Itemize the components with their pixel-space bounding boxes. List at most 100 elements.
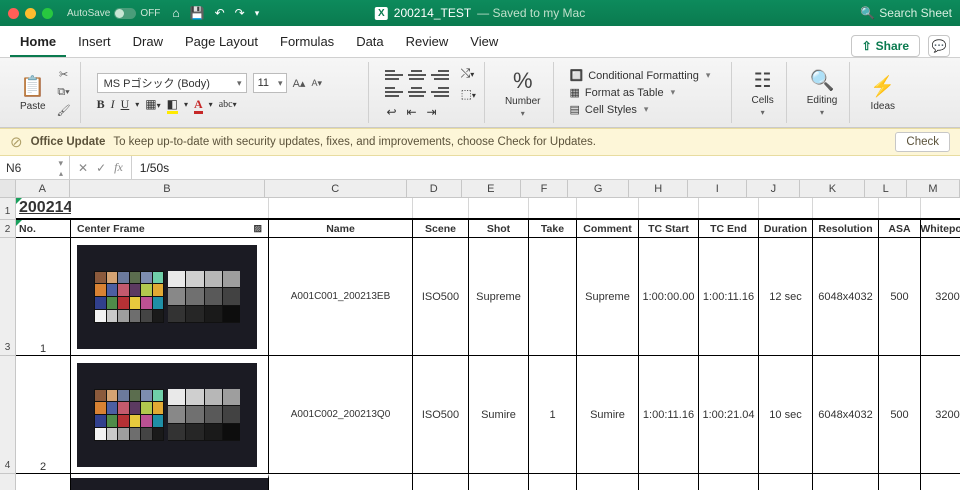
cell-scene[interactable]: ISO500 <box>413 238 469 355</box>
hdr-whitepoint[interactable]: Whitepoint <box>921 220 960 237</box>
cell-thumb[interactable] <box>71 238 269 355</box>
copy-icon[interactable]: ⧉▾ <box>56 86 72 100</box>
cell[interactable] <box>469 198 529 218</box>
underline-button[interactable]: U <box>121 97 130 112</box>
col-header[interactable]: B <box>70 180 265 197</box>
tab-review[interactable]: Review <box>396 28 459 57</box>
cell[interactable] <box>879 198 921 218</box>
col-header[interactable]: K <box>800 180 865 197</box>
align-top-left-icon[interactable] <box>385 68 403 82</box>
ideas-button[interactable]: ⚡ Ideas <box>866 74 899 112</box>
hdr-no[interactable]: No. <box>16 220 71 237</box>
cell[interactable] <box>699 474 759 490</box>
home-icon[interactable]: ⌂ <box>172 6 179 20</box>
cell-tc-start[interactable]: 1:00:11.16 <box>639 356 699 473</box>
col-header[interactable]: D <box>407 180 462 197</box>
cell[interactable] <box>529 474 577 490</box>
cell[interactable] <box>921 198 960 218</box>
hdr-duration[interactable]: Duration <box>759 220 813 237</box>
window-minimize-button[interactable] <box>25 8 36 19</box>
check-updates-button[interactable]: Check <box>895 132 950 152</box>
bold-button[interactable]: B <box>97 97 105 112</box>
tab-page-layout[interactable]: Page Layout <box>175 28 268 57</box>
cell[interactable] <box>813 198 879 218</box>
align-bottom-right-icon[interactable] <box>431 85 449 99</box>
number-format-button[interactable]: % Number ▾ <box>501 68 545 118</box>
cell[interactable] <box>413 474 469 490</box>
cell-shot[interactable]: Sumire <box>469 356 529 473</box>
tab-formulas[interactable]: Formulas <box>270 28 344 57</box>
hdr-scene[interactable]: Scene <box>413 220 469 237</box>
tab-draw[interactable]: Draw <box>123 28 173 57</box>
orientation-icon[interactable]: ⤭▾ <box>461 66 476 81</box>
share-button[interactable]: ⇧ Share <box>851 35 920 57</box>
cell-duration[interactable]: 12 sec <box>759 238 813 355</box>
hdr-resolution[interactable]: Resolution <box>813 220 879 237</box>
cell-whitepoint[interactable]: 3200 <box>921 238 960 355</box>
cell-comment[interactable]: Sumire <box>577 356 639 473</box>
comments-button[interactable]: 💬 <box>928 35 950 57</box>
cell-asa[interactable]: 500 <box>879 238 921 355</box>
cell[interactable] <box>639 474 699 490</box>
cell[interactable] <box>413 198 469 218</box>
italic-button[interactable]: I <box>111 97 115 112</box>
cell-asa[interactable]: 500 <box>879 356 921 473</box>
cell-comment[interactable]: Supreme <box>577 238 639 355</box>
format-painter-icon[interactable]: 🖌 <box>56 104 72 118</box>
merge-icon[interactable]: ⬚▾ <box>461 87 476 101</box>
expand-icon[interactable]: ▨ <box>253 223 262 234</box>
cell[interactable] <box>269 474 413 490</box>
borders-button[interactable]: ▦▾ <box>145 97 160 112</box>
paste-button[interactable]: 📋 Paste <box>16 74 50 112</box>
cell-resolution[interactable]: 6048x4032 <box>813 238 879 355</box>
increase-size-icon[interactable]: A▴ <box>293 77 306 90</box>
col-header[interactable]: M <box>907 180 960 197</box>
window-close-button[interactable] <box>8 8 19 19</box>
col-header[interactable]: F <box>521 180 568 197</box>
search-sheet[interactable]: 🔍 Search Sheet <box>860 6 952 20</box>
font-name-select[interactable]: MS Pゴシック (Body) <box>97 73 247 93</box>
fill-color-button[interactable]: ◧ <box>167 97 178 112</box>
cell[interactable] <box>813 474 879 490</box>
col-header[interactable]: G <box>568 180 629 197</box>
name-box[interactable]: N6 ▴ <box>0 156 70 179</box>
format-as-table-button[interactable]: ▦ Format as Table ▾ <box>570 86 723 99</box>
cell[interactable] <box>269 198 413 218</box>
phonetic-guide-icon[interactable]: abc▾ <box>219 99 237 110</box>
tab-home[interactable]: Home <box>10 28 66 57</box>
editing-button[interactable]: 🔍 Editing ▾ <box>803 68 842 117</box>
cell-thumb[interactable] <box>71 356 269 473</box>
font-color-button[interactable]: A <box>194 97 203 112</box>
cell[interactable] <box>577 198 639 218</box>
col-header[interactable]: J <box>747 180 800 197</box>
row-header[interactable] <box>0 474 16 490</box>
cell[interactable] <box>759 198 813 218</box>
hdr-comment[interactable]: Comment <box>577 220 639 237</box>
tab-view[interactable]: View <box>460 28 508 57</box>
col-header[interactable]: C <box>265 180 407 197</box>
update-close-icon[interactable]: ⊘ <box>10 133 23 151</box>
decrease-size-icon[interactable]: A▾ <box>311 78 322 89</box>
align-top-right-icon[interactable] <box>431 68 449 82</box>
col-header[interactable]: H <box>629 180 688 197</box>
tab-data[interactable]: Data <box>346 28 393 57</box>
cell-styles-button[interactable]: ▤ Cell Styles ▾ <box>570 103 723 116</box>
hdr-shot[interactable]: Shot <box>469 220 529 237</box>
align-top-center-icon[interactable] <box>408 68 426 82</box>
wrap-text-icon[interactable]: ↩ <box>385 105 399 119</box>
row-header[interactable]: 4 <box>0 356 16 474</box>
conditional-formatting-button[interactable]: 🔲 Conditional Formatting ▾ <box>570 69 723 82</box>
row-header[interactable]: 3 <box>0 238 16 356</box>
cell-take[interactable]: 1 <box>529 356 577 473</box>
autosave-toggle[interactable]: AutoSave OFF <box>67 8 160 19</box>
cell[interactable] <box>921 474 960 490</box>
col-header[interactable]: E <box>462 180 521 197</box>
cell-duration[interactable]: 10 sec <box>759 356 813 473</box>
cell-take[interactable] <box>529 238 577 355</box>
font-size-select[interactable]: 11 <box>253 73 287 93</box>
select-all-corner[interactable] <box>0 180 16 197</box>
cell[interactable] <box>699 198 759 218</box>
hdr-take[interactable]: Take <box>529 220 577 237</box>
hdr-center-frame[interactable]: Center Frame ▨ <box>71 220 269 237</box>
cell[interactable] <box>469 474 529 490</box>
